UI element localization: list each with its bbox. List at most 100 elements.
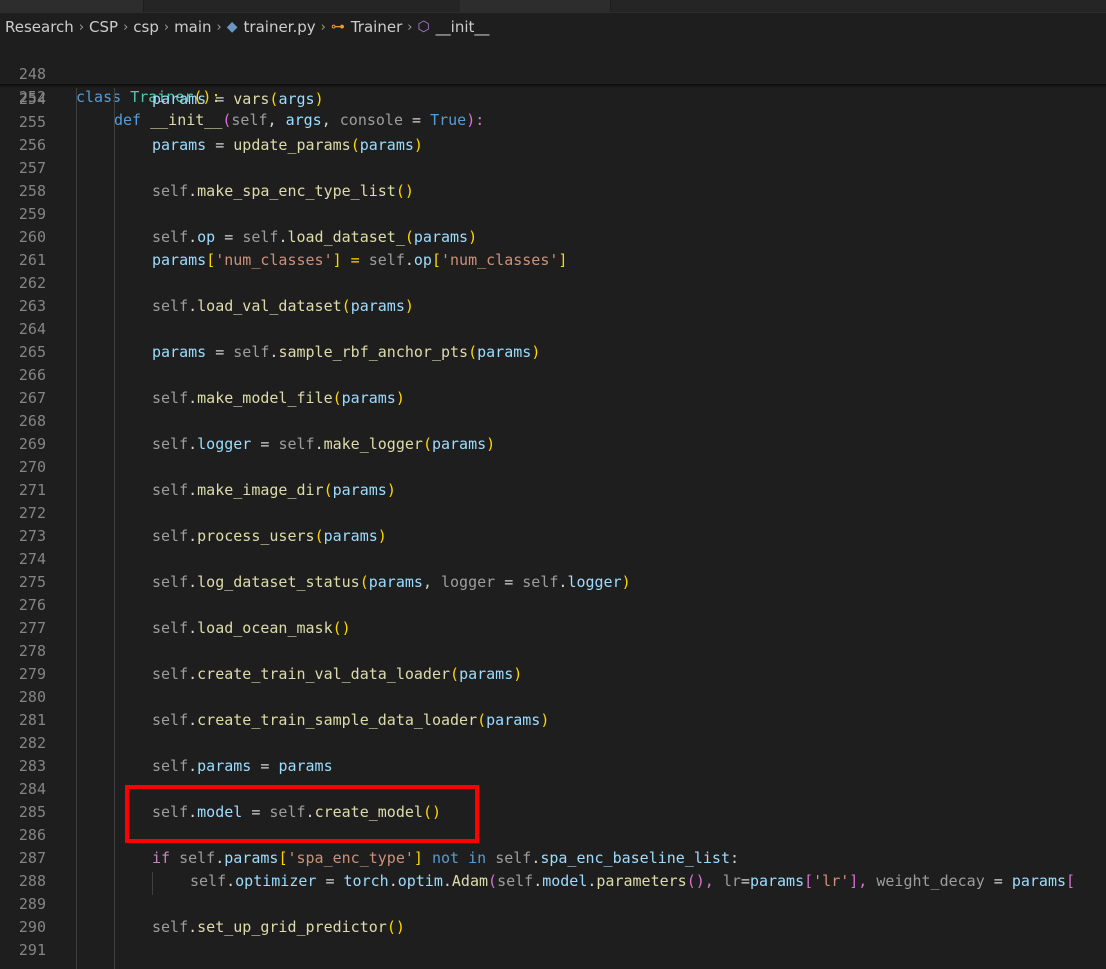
code-line[interactable]: 266 — [0, 364, 1106, 387]
line-number: 291 — [18, 941, 46, 959]
code-line[interactable]: 279 self.create_train_val_data_loader(par… — [0, 663, 1106, 686]
code-line[interactable]: 271 self.make_image_dir(params) — [0, 479, 1106, 502]
code-line[interactable]: 277 self.load_ocean_mask() — [0, 617, 1106, 640]
line-number: 276 — [18, 596, 46, 614]
line-number: 271 — [18, 481, 46, 499]
code-line[interactable]: 288 self.optimizer = torch.optim.Adam(sel… — [0, 870, 1106, 893]
code-line[interactable]: 268 — [0, 410, 1106, 433]
line-number: 254 — [18, 90, 46, 108]
editor-tab[interactable] — [460, 0, 611, 12]
line-number: 272 — [18, 504, 46, 522]
chevron-right-icon: › — [123, 19, 129, 35]
breadcrumb-item-csp[interactable]: csp — [133, 18, 159, 36]
line-number: 261 — [18, 251, 46, 269]
line-number: 286 — [18, 826, 46, 844]
code-text: params = self.sample_rbf_anchor_pts(para… — [152, 343, 541, 361]
line-number: 265 — [18, 343, 46, 361]
code-text: params['num_classes'] = self.op['num_cla… — [152, 251, 568, 269]
code-text: self.load_val_dataset(params) — [152, 297, 414, 315]
highlight-annotation-box — [125, 785, 479, 843]
line-number: 266 — [18, 366, 46, 384]
code-line[interactable]: 270 — [0, 456, 1106, 479]
line-number: 260 — [18, 228, 46, 246]
line-number: 267 — [18, 389, 46, 407]
code-line[interactable]: 263 self.load_val_dataset(params) — [0, 295, 1106, 318]
line-number: 270 — [18, 458, 46, 476]
code-line[interactable]: 282 — [0, 732, 1106, 755]
code-line[interactable]: 255 — [0, 111, 1106, 134]
code-line[interactable]: 289 — [0, 893, 1106, 916]
code-line[interactable]: 256 params = update_params(params) — [0, 134, 1106, 157]
code-line[interactable]: 265 params = self.sample_rbf_anchor_pts(p… — [0, 341, 1106, 364]
line-number: 288 — [18, 872, 46, 890]
code-text: self.optimizer = torch.optim.Adam(self.m… — [190, 872, 1076, 890]
editor-tab[interactable] — [0, 0, 144, 12]
code-line[interactable]: 272 — [0, 502, 1106, 525]
breadcrumb-item-class[interactable]: Trainer — [351, 18, 402, 36]
code-line[interactable]: 276 — [0, 594, 1106, 617]
sticky-line[interactable]: 248 class Trainer(): — [0, 40, 1106, 106]
code-line[interactable]: 269 self.logger = self.make_logger(params… — [0, 433, 1106, 456]
editor-tab-bar — [0, 0, 1106, 13]
line-number: 289 — [18, 895, 46, 913]
code-text: params = update_params(params) — [152, 136, 423, 154]
chevron-right-icon: › — [78, 19, 85, 35]
code-line[interactable]: 260 self.op = self.load_dataset_(params) — [0, 226, 1106, 249]
sticky-line[interactable]: 252 def __init__(self, args, console = T… — [0, 63, 1106, 129]
chevron-right-icon: › — [163, 19, 170, 35]
code-text: self.params = params — [152, 757, 333, 775]
code-line[interactable]: 290 self.set_up_grid_predictor() — [0, 916, 1106, 939]
code-text: self.set_up_grid_predictor() — [152, 918, 405, 936]
line-number: 264 — [18, 320, 46, 338]
line-number: 258 — [18, 182, 46, 200]
line-number: 274 — [18, 550, 46, 568]
python-file-icon: ◆ — [226, 19, 238, 35]
code-text: self.make_model_file(params) — [152, 389, 405, 407]
breadcrumb-item-method[interactable]: __init__ — [436, 18, 490, 36]
code-line[interactable]: 264 — [0, 318, 1106, 341]
line-number: 287 — [18, 849, 46, 867]
code-line[interactable]: 257 — [0, 157, 1106, 180]
code-line[interactable]: 287 if self.params['spa_enc_type'] not in… — [0, 847, 1106, 870]
code-line[interactable]: 254 params = vars(args) — [0, 88, 1106, 111]
breadcrumb-item-csp-root[interactable]: CSP — [89, 18, 118, 36]
code-line[interactable]: 261 params['num_classes'] = self.op['num_… — [0, 249, 1106, 272]
line-number: 256 — [18, 136, 46, 154]
line-number: 259 — [18, 205, 46, 223]
method-symbol-icon: ⬡ — [417, 19, 430, 35]
code-text: self.logger = self.make_logger(params) — [152, 435, 496, 453]
code-text: self.load_ocean_mask() — [152, 619, 351, 637]
line-number: 262 — [18, 274, 46, 292]
line-number: 275 — [18, 573, 46, 591]
line-number: 284 — [18, 780, 46, 798]
code-line[interactable]: 280 — [0, 686, 1106, 709]
code-line[interactable]: 273 self.process_users(params) — [0, 525, 1106, 548]
line-number: 279 — [18, 665, 46, 683]
chevron-right-icon: › — [320, 19, 326, 35]
code-text: self.op = self.load_dataset_(params) — [152, 228, 478, 246]
chevron-right-icon: › — [407, 19, 413, 35]
line-number: 273 — [18, 527, 46, 545]
code-text: self.process_users(params) — [152, 527, 387, 545]
chevron-right-icon: › — [216, 19, 222, 35]
line-number: 255 — [18, 113, 46, 131]
breadcrumb-item-research[interactable]: Research — [5, 18, 74, 36]
code-line[interactable]: 274 — [0, 548, 1106, 571]
breadcrumb-item-main[interactable]: main — [174, 18, 211, 36]
code-line[interactable]: 283 self.params = params — [0, 755, 1106, 778]
breadcrumb-item-file[interactable]: trainer.py — [244, 18, 316, 36]
code-line[interactable]: 262 — [0, 272, 1106, 295]
code-line[interactable]: 258 self.make_spa_enc_type_list() — [0, 180, 1106, 203]
code-text: if self.params['spa_enc_type'] not in se… — [152, 849, 740, 867]
code-line[interactable]: 259 — [0, 203, 1106, 226]
line-number: 263 — [18, 297, 46, 315]
line-number: 277 — [18, 619, 46, 637]
code-line[interactable]: 267 self.make_model_file(params) — [0, 387, 1106, 410]
code-text: params = vars(args) — [152, 90, 324, 108]
code-line[interactable]: 281 self.create_train_sample_data_loader(… — [0, 709, 1106, 732]
code-line[interactable]: 278 — [0, 640, 1106, 663]
code-line[interactable]: 291 — [0, 939, 1106, 962]
code-line[interactable]: 275 self.log_dataset_status(params, logge… — [0, 571, 1106, 594]
code-text: self.create_train_sample_data_loader(par… — [152, 711, 550, 729]
code-text: self.make_spa_enc_type_list() — [152, 182, 414, 200]
